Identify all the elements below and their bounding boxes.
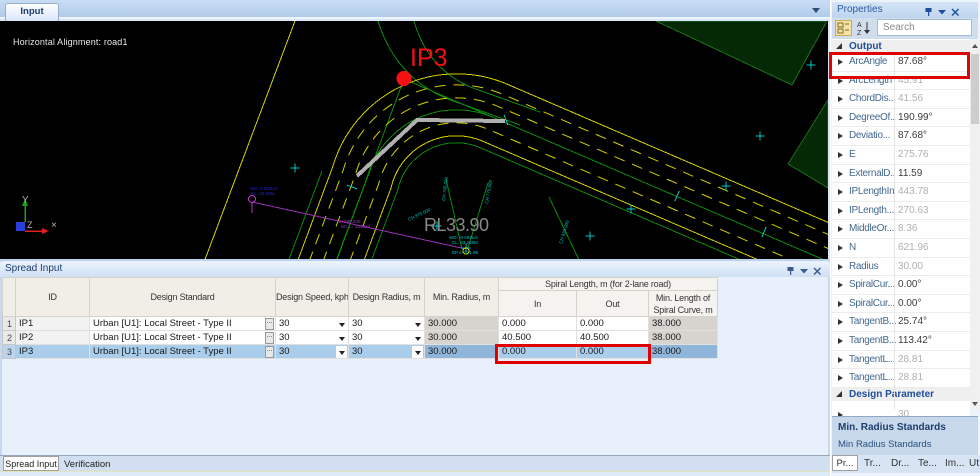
svg-text:BC L= 28.81M: BC L= 28.81M [341, 224, 370, 229]
svg-text:Z: Z [27, 220, 33, 230]
svg-text:CH 930.000: CH 930.000 [558, 219, 570, 244]
svg-text:×: × [51, 220, 57, 231]
svg-text:Y: Y [22, 195, 29, 206]
svg-text:CL: 33.218M: CL: 33.218M [452, 240, 478, 245]
svg-text:CL: 33.50M: CL: 33.50M [251, 191, 275, 196]
svg-text:A: A [857, 22, 862, 29]
svg-text:RL33.90: RL33.90 [424, 215, 489, 235]
svg-text:CH 770.500: CH 770.500 [484, 179, 493, 204]
svg-text:Z: Z [857, 30, 862, 36]
